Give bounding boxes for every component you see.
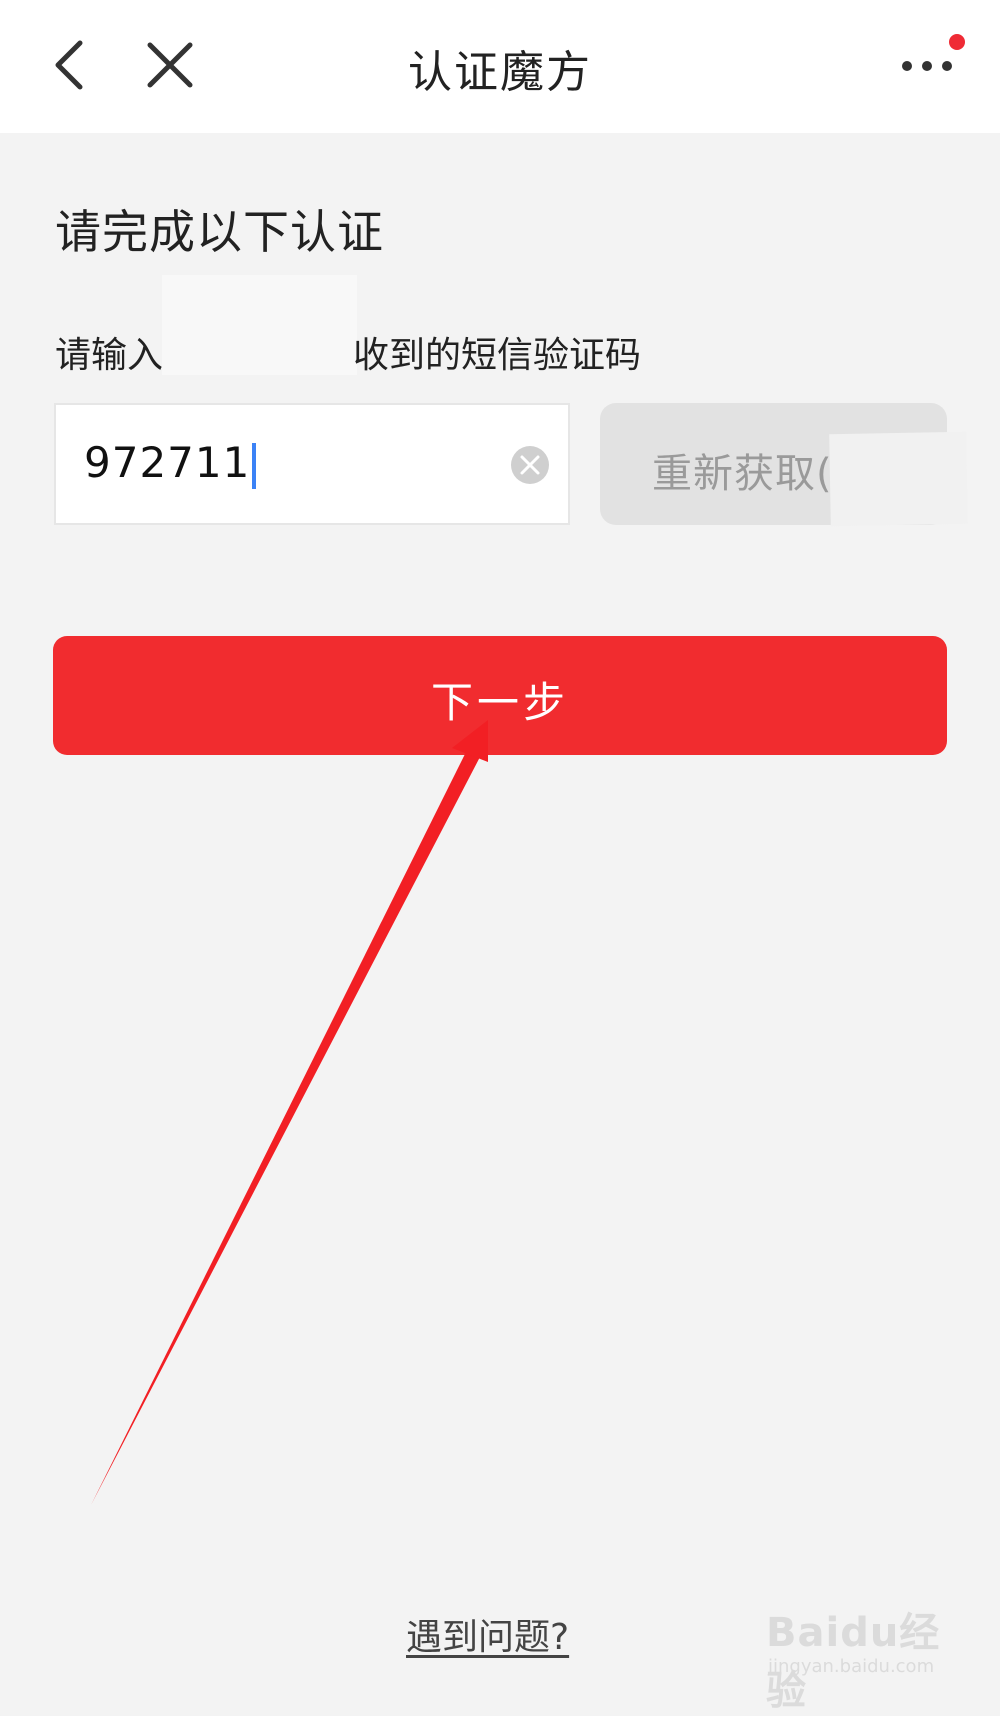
notification-dot-icon: [949, 34, 965, 50]
more-options-icon[interactable]: [895, 30, 975, 100]
prompt-prefix: 请输入: [55, 335, 164, 376]
section-title: 请完成以下认证: [55, 205, 384, 259]
code-value: 972711: [84, 438, 251, 487]
top-bar: 认证魔方: [0, 0, 1000, 133]
resend-label: 重新获取(: [652, 451, 833, 497]
baidu-jingyan-watermark: Baidu经验 jingyan.baidu.com: [766, 1600, 966, 1714]
prompt-suffix: 收到的短信验证码: [353, 335, 642, 376]
masked-phone: [163, 327, 353, 367]
help-link[interactable]: 遇到问题?: [406, 1608, 569, 1660]
watermark-domain: jingyan.baidu.com: [768, 1656, 935, 1677]
back-icon[interactable]: [42, 35, 102, 95]
text-caret: [252, 442, 257, 489]
page-title: 认证魔方: [408, 47, 592, 98]
next-step-label: 下一步: [430, 678, 569, 727]
next-step-button[interactable]: 下一步: [53, 636, 947, 755]
clear-input-icon[interactable]: [510, 445, 550, 485]
close-icon[interactable]: [140, 35, 200, 95]
sms-code-input[interactable]: 972711: [54, 403, 570, 525]
sms-prompt: 请输入 收到的短信验证码: [55, 326, 641, 378]
code-value-wrap: 972711: [84, 438, 257, 489]
privacy-mask-timer: [829, 431, 968, 527]
